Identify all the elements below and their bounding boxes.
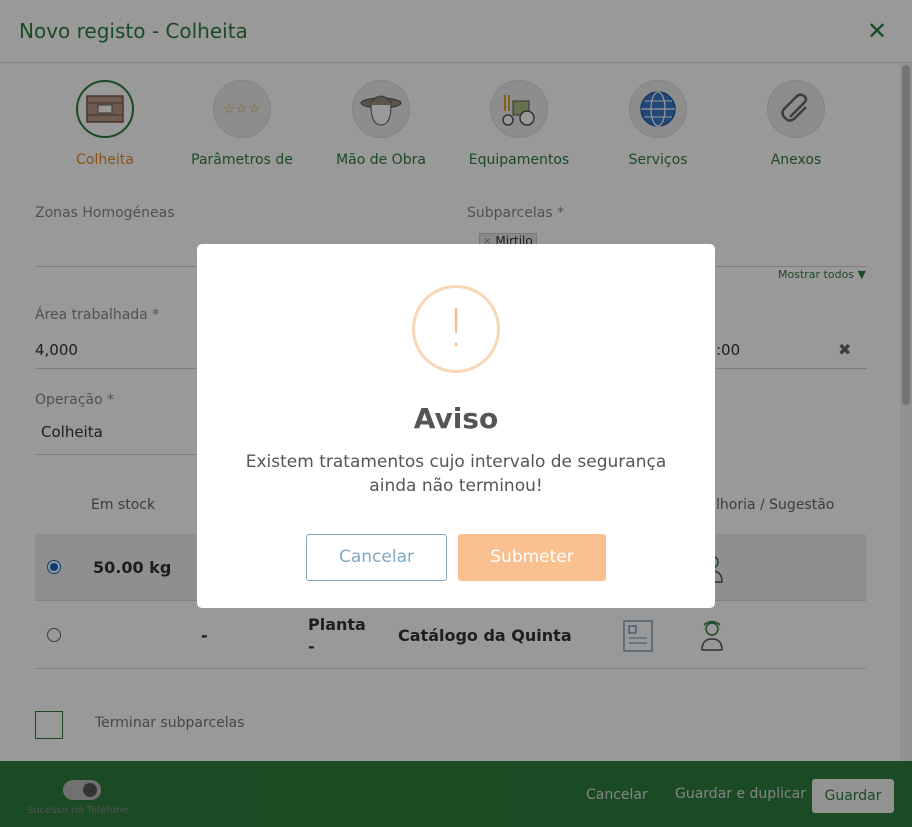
- dialog-title: Aviso: [413, 402, 499, 435]
- dialog-cancel-button[interactable]: Cancelar: [306, 534, 447, 581]
- dialog-submit-button[interactable]: Submeter: [458, 534, 606, 581]
- warning-dialog: ! Aviso Existem tratamentos cujo interva…: [197, 244, 715, 608]
- warning-glyph: !: [445, 299, 467, 359]
- warning-icon: !: [412, 285, 500, 373]
- dialog-message: Existem tratamentos cujo intervalo de se…: [245, 452, 667, 496]
